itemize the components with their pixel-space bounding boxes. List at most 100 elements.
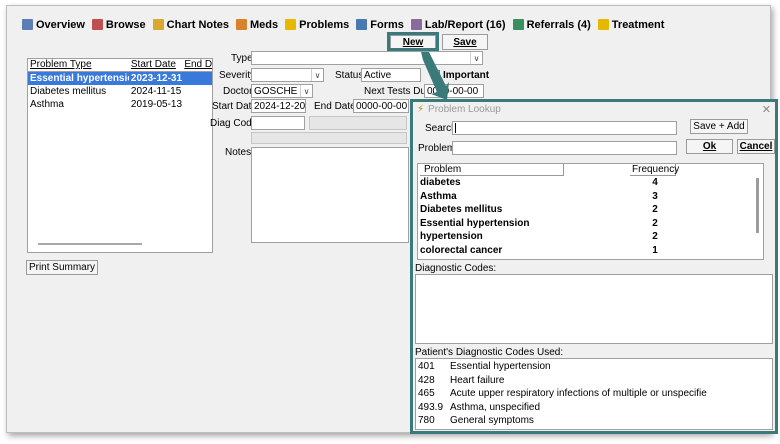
problem-type-cell: Diabetes mellitus	[30, 86, 107, 97]
lookup-row[interactable]: Diabetes mellitus 2	[420, 204, 670, 217]
referral-icon	[512, 19, 524, 30]
problem-name-cell: colorectal cancer	[420, 244, 503, 256]
text-cursor	[455, 123, 456, 133]
search-input[interactable]	[452, 121, 677, 135]
important-label: Important	[443, 70, 490, 81]
tab-label: Treatment	[611, 18, 665, 31]
tab-meds[interactable]: Meds	[233, 17, 282, 33]
lightning-icon: ⚡	[417, 104, 425, 115]
problem-name-cell: hypertension	[420, 231, 483, 242]
tab-overview[interactable]: Overview	[19, 17, 89, 33]
used-code-row[interactable]: 401 Essential hypertension	[418, 361, 551, 374]
code-cell: 493.9	[418, 401, 444, 413]
diag-code-description	[309, 116, 407, 130]
save-button[interactable]: Save	[442, 34, 488, 50]
close-icon[interactable]: ✕	[762, 103, 771, 116]
lab-icon	[410, 19, 422, 30]
tab-forms[interactable]: Forms	[353, 17, 408, 33]
lookup-row[interactable]: diabetes 4	[420, 177, 670, 190]
problem-name-cell: Essential hypertension	[420, 217, 530, 229]
code-description-cell: Asthma, unspecified	[450, 401, 541, 413]
pointer-arrow-icon	[421, 52, 449, 100]
frequency-cell: 4	[652, 177, 658, 188]
doctor-select[interactable]: GOSCHE ∨	[251, 84, 313, 98]
lookup-row[interactable]: Asthma 3	[420, 191, 670, 204]
print-summary-button[interactable]: Print Summary	[26, 260, 98, 275]
tab-label: Referrals (4)	[526, 18, 591, 31]
tab-label: Forms	[370, 18, 404, 31]
col-end-date[interactable]: End Dat	[182, 59, 212, 71]
severity-select[interactable]: ∨	[251, 68, 324, 82]
problem-list-header: Problem Type Start Date End Dat	[28, 59, 212, 72]
lookup-row[interactable]: hypertension 2	[420, 231, 670, 244]
used-code-row[interactable]: 493.9 Asthma, unspecified	[418, 402, 540, 415]
start-date-field[interactable]: 2024-12-20	[251, 99, 306, 113]
problem-list[interactable]: Problem Type Start Date End Dat Essentia…	[27, 58, 213, 253]
tab-chart-notes[interactable]: Chart Notes	[150, 17, 233, 33]
chevron-down-icon: ∨	[311, 69, 323, 81]
tab-label: Problems	[299, 18, 350, 31]
notes-textarea[interactable]	[251, 147, 409, 243]
start-date-cell: 2019-05-13	[130, 99, 183, 110]
code-cell: 780	[418, 415, 435, 426]
lookup-list-header: Problem Frequency	[418, 164, 763, 176]
chevron-down-icon: ∨	[300, 85, 312, 97]
problem-row[interactable]: Diabetes mellitus 2024-11-15	[28, 85, 212, 98]
used-codes-list[interactable]: 401 Essential hypertension 428 Heart failur…	[415, 358, 773, 430]
end-date-value: 0000-00-00	[356, 100, 408, 112]
cancel-button[interactable]: Cancel	[737, 139, 775, 154]
used-code-row[interactable]: 780 General symptoms	[418, 415, 534, 428]
lookup-row[interactable]: Essential hypertension 2	[420, 218, 670, 231]
problem-lookup-list[interactable]: Problem Frequency diabetes 4 Asthma 3 Diabet…	[417, 163, 764, 260]
problem-name-cell: Asthma	[420, 190, 457, 202]
tab-label: Browse	[105, 18, 146, 31]
problem-name-cell: Diabetes mellitus	[420, 204, 503, 215]
lookup-row[interactable]: colorectal cancer 1	[420, 245, 670, 258]
problem-lookup-dialog: ⚡ Problem Lookup ✕ Search: Save + Add Pr…	[410, 99, 778, 434]
tab-referrals-4[interactable]: Referrals (4)	[510, 17, 595, 33]
frequency-cell: 2	[652, 217, 658, 229]
tab-label: Chart Notes	[166, 18, 230, 31]
code-cell: 401	[418, 361, 435, 372]
vertical-scrollbar[interactable]	[756, 178, 759, 233]
horizontal-scrollbar[interactable]	[38, 243, 142, 245]
used-code-row[interactable]: 465 Acute upper respiratory infections of…	[418, 388, 707, 401]
save-add-button[interactable]: Save + Add	[690, 119, 748, 134]
diagnostic-codes-list[interactable]	[415, 274, 773, 344]
new-button-highlight	[387, 32, 439, 51]
code-description-cell: General symptoms	[450, 415, 534, 426]
end-date-field[interactable]: 0000-00-00	[353, 99, 409, 113]
diag-lookup-bar	[251, 132, 407, 144]
tab-label: Meds	[250, 18, 279, 31]
used-code-row[interactable]: 428 Heart failure	[418, 375, 504, 388]
tab-browse[interactable]: Browse	[89, 17, 150, 33]
frequency-cell: 1	[652, 244, 658, 256]
code-description-cell: Essential hypertension	[450, 361, 551, 372]
tab-label: Overview	[36, 18, 85, 31]
used-codes-label: Patient's Diagnostic Codes Used:	[415, 347, 564, 358]
code-description-cell: Heart failure	[450, 374, 505, 386]
problem-input[interactable]	[452, 141, 677, 155]
problem-row[interactable]: Essential hypertension 2023-12-31	[28, 72, 212, 85]
tab-treatment[interactable]: Treatment	[595, 17, 669, 33]
status-select[interactable]: Active	[361, 68, 421, 82]
tab-lab-report-16[interactable]: Lab/Report (16)	[408, 17, 510, 33]
chart-notes-icon	[152, 19, 164, 30]
doctor-value: GOSCHE	[254, 85, 298, 97]
col-problem-type[interactable]: Problem Type	[28, 59, 129, 71]
code-description-cell: Acute upper respiratory infections of mu…	[450, 388, 707, 399]
problem-name-cell: diabetes	[420, 177, 461, 188]
book-icon	[91, 19, 103, 30]
tab-problems[interactable]: Problems	[282, 17, 353, 33]
code-cell: 428	[418, 374, 435, 386]
col-start-date[interactable]: Start Date	[129, 59, 182, 71]
frequency-cell: 2	[652, 231, 658, 242]
problem-type-cell: Asthma	[30, 99, 64, 110]
col-problem[interactable]: Problem	[420, 164, 564, 176]
diag-code-field[interactable]	[251, 116, 305, 130]
col-frequency[interactable]: Frequency	[630, 164, 679, 176]
problem-row[interactable]: Asthma 2019-05-13	[28, 98, 212, 111]
ok-button[interactable]: Ok	[686, 139, 733, 154]
dialog-title: Problem Lookup	[428, 104, 501, 115]
warning-icon	[285, 19, 297, 30]
